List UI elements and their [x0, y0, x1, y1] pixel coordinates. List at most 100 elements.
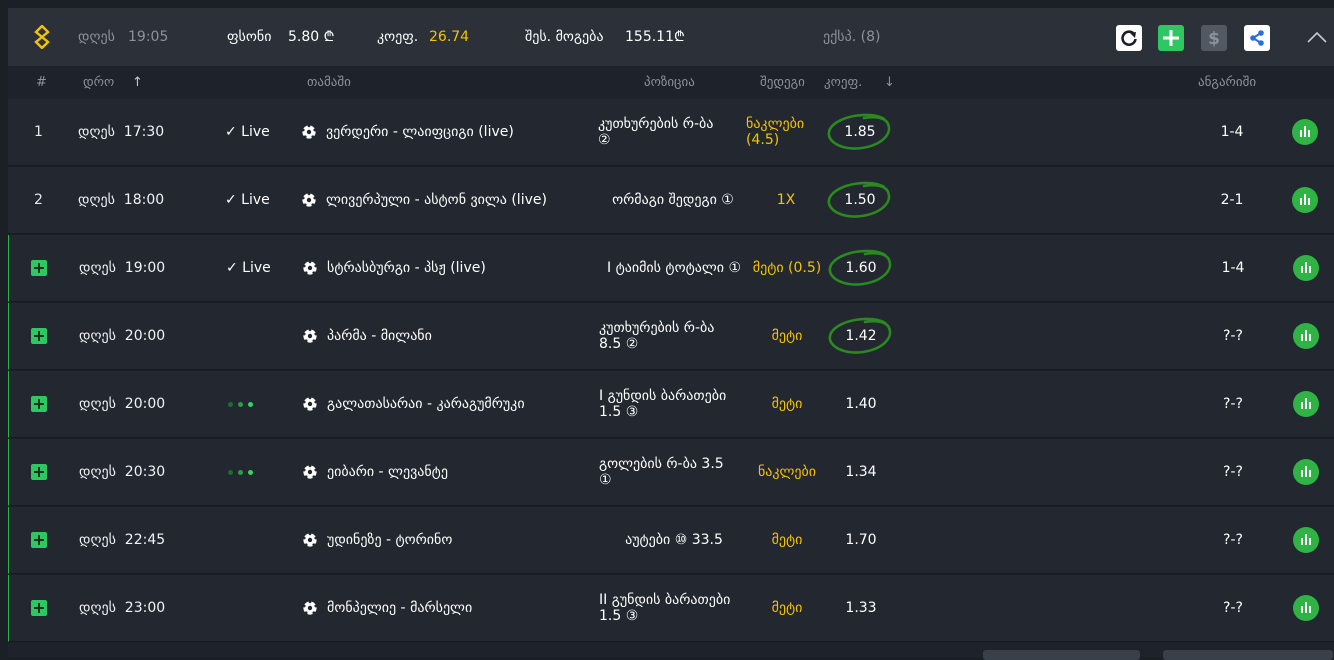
- statistics-button[interactable]: [1293, 391, 1319, 417]
- selection-outcome: მეტი: [771, 396, 803, 412]
- market-name: აუტები ⑩ 33.5: [625, 532, 723, 548]
- statistics-button[interactable]: [1293, 595, 1319, 621]
- add-bet-button[interactable]: [1158, 25, 1184, 51]
- share-button[interactable]: [1244, 25, 1270, 51]
- event-datetime: დღეს 20:30: [79, 464, 166, 480]
- refresh-button[interactable]: [1116, 25, 1142, 51]
- add-to-coupon-icon[interactable]: [31, 464, 47, 480]
- football-icon: [302, 260, 318, 275]
- market-name: ორმაგი შედეგი ①: [612, 192, 734, 208]
- selection-outcome: მეტი: [771, 532, 803, 548]
- statistics-button[interactable]: [1293, 323, 1319, 349]
- bet-row[interactable]: 2 დღეს 18:00 ✓ Live ლივერპული - ასტონ ვილა…: [8, 167, 1334, 234]
- odd-value: 1.70: [845, 532, 877, 548]
- score: ?-?: [1223, 464, 1243, 480]
- match-name[interactable]: პარმა - მილანი: [327, 303, 432, 370]
- odd-value: 1.50: [844, 192, 876, 208]
- live-badge: ✓ Live: [226, 260, 271, 276]
- event-datetime: დღეს 22:45: [79, 532, 166, 548]
- dollar-icon: $: [1208, 29, 1220, 48]
- match-name[interactable]: ეიბარი - ლევანტე: [327, 439, 448, 506]
- market-name: გოლების რ-ბა 3.5 ①: [599, 456, 724, 488]
- svg-text:$: $: [1208, 29, 1220, 48]
- market-name: კუთხურების რ-ბა ②: [598, 116, 714, 148]
- header-coef[interactable]: კოეფ.: [824, 66, 862, 99]
- sort-down-icon[interactable]: ↓: [884, 66, 895, 99]
- selection-outcome: მეტი: [771, 600, 803, 616]
- live-badge: ✓ Live: [225, 124, 270, 140]
- football-icon: [301, 192, 317, 207]
- bet-row[interactable]: დღეს 20:00 გალათასარაი - კარაგუმრუკი I გუ…: [8, 371, 1334, 438]
- match-name[interactable]: მონპელიე - მარსელი: [327, 575, 472, 642]
- statistics-button[interactable]: [1292, 119, 1318, 145]
- add-to-coupon-icon[interactable]: [31, 396, 47, 412]
- sort-up-icon[interactable]: ↑: [132, 66, 143, 99]
- match-name[interactable]: ლივერპული - ასტონ ვილა (live): [326, 167, 547, 234]
- coef-label: კოეფ.: [377, 29, 419, 45]
- bet-row[interactable]: დღეს 23:00 მონპელიე - მარსელი II გუნდის ბ…: [8, 575, 1334, 642]
- add-to-coupon-icon[interactable]: [31, 600, 47, 616]
- odd-value: 1.85: [844, 124, 876, 140]
- bet-row[interactable]: 1 დღეს 17:30 ✓ Live ვერდერი - ლაიფციგი (li…: [8, 99, 1334, 166]
- event-datetime: დღეს 19:00: [79, 260, 166, 276]
- add-to-coupon-icon[interactable]: [31, 532, 47, 548]
- selection-outcome: მეტი (0.5): [752, 260, 822, 276]
- header-game: თამაში: [307, 75, 351, 90]
- market-name: I ტაიმის ტოტალი ①: [606, 260, 741, 276]
- header-date[interactable]: დრო: [83, 66, 114, 99]
- football-icon: [302, 328, 318, 343]
- header-num: #: [36, 75, 47, 90]
- score: ?-?: [1223, 396, 1243, 412]
- match-name[interactable]: უდინეზე - ტორინო: [327, 507, 452, 574]
- event-datetime: დღეს 18:00: [78, 192, 165, 208]
- statistics-button[interactable]: [1293, 527, 1319, 553]
- header-position: პოზიცია: [644, 75, 695, 90]
- time-value: 19:05: [128, 29, 169, 45]
- event-datetime: დღეს 17:30: [78, 124, 165, 140]
- add-to-coupon-icon[interactable]: [31, 328, 47, 344]
- refresh-icon: [1121, 30, 1137, 46]
- event-datetime: დღეს 20:00: [79, 396, 166, 412]
- total-coef-value: 26.74: [429, 29, 470, 45]
- bet-row[interactable]: დღეს 19:00 ✓ Live სტრასბურგი - პსჟ (live)…: [8, 235, 1334, 302]
- status-dots-icon: [228, 402, 258, 408]
- cashout-button[interactable]: $: [1201, 25, 1227, 51]
- footer-button[interactable]: [1163, 650, 1333, 660]
- score: ?-?: [1223, 600, 1243, 616]
- bet-row[interactable]: დღეს 22:45 უდინეზე - ტორინო აუტები ⑩ 33.5…: [8, 507, 1334, 574]
- market-name: კუთხურების რ-ბა 8.5 ②: [599, 320, 715, 352]
- match-name[interactable]: გალათასარაი - კარაგუმრუკი: [327, 371, 525, 438]
- score: 2-1: [1220, 192, 1244, 208]
- status-dots-icon: [228, 470, 258, 476]
- match-name[interactable]: სტრასბურგი - პსჟ (live): [327, 235, 486, 302]
- bet-row[interactable]: დღეს 20:30 ეიბარი - ლევანტე გოლების რ-ბა …: [8, 439, 1334, 506]
- row-number: 1: [34, 124, 43, 140]
- possible-win-label: შეს. მოგება: [525, 29, 604, 45]
- header-result: შედეგი: [760, 75, 805, 90]
- footer-button[interactable]: [983, 650, 1140, 660]
- date-label: დღეს: [78, 29, 115, 45]
- score: 1-4: [1220, 124, 1244, 140]
- selection-outcome: 1X: [776, 192, 796, 208]
- odd-value: 1.42: [845, 328, 877, 344]
- odd-value: 1.40: [845, 396, 877, 412]
- match-name[interactable]: ვერდერი - ლაიფციგი (live): [326, 99, 514, 166]
- logo-icon: [34, 25, 50, 49]
- collapse-button[interactable]: [1304, 25, 1330, 51]
- express-count: ექსპ. (8): [823, 29, 881, 45]
- odd-value: 1.33: [845, 600, 877, 616]
- bet-row[interactable]: დღეს 20:00 პარმა - მილანი კუთხურების რ-ბა…: [8, 303, 1334, 370]
- ticket-summary-bar: დღეს 19:05 ფსონი 5.80 ₾ კოეფ. 26.74 შეს.…: [8, 8, 1334, 66]
- market-name: II გუნდის ბარათები 1.5 ③: [599, 592, 731, 624]
- statistics-button[interactable]: [1293, 255, 1319, 281]
- football-icon: [302, 464, 318, 479]
- chevron-up-icon: [1307, 31, 1327, 43]
- add-to-coupon-icon[interactable]: [31, 260, 47, 276]
- statistics-button[interactable]: [1292, 187, 1318, 213]
- football-icon: [302, 396, 318, 411]
- statistics-button[interactable]: [1293, 459, 1319, 485]
- odd-value: 1.60: [845, 260, 877, 276]
- bet-amount-label: ფსონი: [227, 29, 272, 45]
- add-icon: [1163, 30, 1179, 46]
- football-icon: [302, 600, 318, 615]
